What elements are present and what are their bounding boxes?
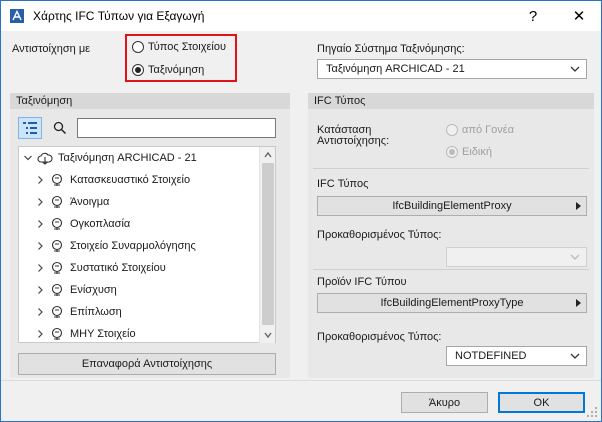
tree-item-reinforcement[interactable]: Ενίσχυση [35, 279, 117, 301]
radio-classification-label: Ταξινόμηση [148, 64, 205, 76]
tree-item-structural-element[interactable]: Κατασκευαστικό Στοιχείο [35, 169, 190, 191]
cancel-button[interactable]: Άκυρο [401, 392, 488, 413]
classification-panel-header: Ταξινόμηση [10, 93, 290, 109]
classification-item-icon [51, 217, 63, 230]
ifc-product-type-button[interactable]: IfcBuildingElementProxyType [317, 293, 587, 313]
chevron-right-icon[interactable] [35, 329, 45, 339]
classification-item-icon [51, 195, 63, 208]
classification-item-icon [51, 261, 63, 274]
help-button[interactable]: ? [513, 1, 553, 31]
ifc-type-map-dialog: Χάρτης IFC Τύπων για Εξαγωγή ? ✕ Αντιστο… [0, 0, 602, 422]
classification-item-icon [51, 327, 63, 340]
help-icon: ? [528, 7, 538, 25]
search-icon [53, 121, 67, 135]
radio-element-type-label: Τύπος Στοιχείου [148, 41, 226, 53]
predefined-type-label-2: Προκαθορισμένος Τύπος: [317, 331, 442, 343]
tree-item-label: Άνοιγμα [70, 196, 110, 208]
tree-item-label: Κατασκευαστικό Στοιχείο [70, 174, 191, 186]
tree-item-massing[interactable]: Ογκοπλασία [35, 213, 130, 235]
chevron-right-icon[interactable] [35, 307, 45, 317]
chevron-down-icon [570, 66, 580, 72]
scroll-down-icon[interactable] [264, 331, 272, 339]
source-system-label: Πηγαίο Σύστημα Ταξινόμησης: [317, 43, 465, 55]
reset-mapping-button[interactable]: Επαναφορά Αντιστοίχησης [18, 353, 276, 375]
classification-tree[interactable]: Ταξινόμηση ARCHICAD - 21 Κατασκευαστικό … [18, 146, 276, 343]
tree-item-label: ΜΗΥ Στοιχείο [70, 328, 136, 340]
tree-root-label: Ταξινόμηση ARCHICAD - 21 [58, 152, 197, 164]
tree-item-label: Ογκοπλασία [70, 218, 131, 230]
predefined-type-select-2[interactable]: NOTDEFINED [446, 346, 587, 366]
radio-classification[interactable]: Ταξινόμηση [132, 64, 204, 76]
mapping-label: Αντιστοίχηση με [12, 43, 91, 55]
ok-button[interactable]: OK [498, 392, 585, 413]
chevron-right-icon[interactable] [35, 219, 45, 229]
classification-item-icon [51, 239, 63, 252]
chevron-down-icon [570, 254, 580, 260]
tree-item-assembly-element[interactable]: Στοιχείο Συναρμολόγησης [35, 235, 196, 257]
ifc-type-value: IfcBuildingElementProxy [392, 200, 512, 212]
tree-scrollbar[interactable] [259, 147, 275, 343]
radio-from-parent-circle[interactable] [446, 124, 458, 136]
predefined-type-label-1: Προκαθορισμένος Τύπος: [317, 229, 442, 241]
tree-item-mep-element[interactable]: ΜΗΥ Στοιχείο [35, 323, 136, 342]
triangle-right-icon [576, 202, 581, 210]
classification-system-icon [37, 152, 53, 165]
chevron-right-icon[interactable] [35, 285, 45, 295]
divider [313, 168, 589, 169]
search-input[interactable] [77, 118, 276, 138]
ifc-type-button[interactable]: IfcBuildingElementProxy [317, 196, 587, 216]
ifc-product-type-label: Προϊόν IFC Τύπου [317, 276, 407, 288]
title-bar[interactable]: Χάρτης IFC Τύπων για Εξαγωγή ? ✕ [1, 1, 601, 31]
resize-grip-icon[interactable] [586, 406, 598, 418]
source-system-value: Ταξινόμηση ARCHICAD - 21 [326, 63, 465, 75]
tree-item-label: Στοιχείο Συναρμολόγησης [70, 240, 196, 252]
window-title: Χάρτης IFC Τύπων για Εξαγωγή [33, 9, 205, 23]
radio-element-type-circle[interactable] [132, 41, 144, 53]
radio-custom[interactable]: Ειδική [446, 146, 492, 158]
ifc-product-type-value: IfcBuildingElementProxyType [380, 297, 524, 309]
radio-custom-label: Ειδική [462, 146, 492, 158]
predefined-type-value-2: NOTDEFINED [455, 350, 527, 362]
tree-view-toggle-button[interactable] [18, 117, 42, 139]
close-icon: ✕ [572, 8, 586, 25]
search-button[interactable] [48, 117, 72, 139]
chevron-right-icon[interactable] [35, 241, 45, 251]
ifc-type-panel-header: IFC Τύπος [308, 93, 594, 109]
classification-item-icon [51, 283, 63, 296]
tree-root-item[interactable]: Ταξινόμηση ARCHICAD - 21 [23, 147, 197, 169]
tree-item-furnishing[interactable]: Επίπλωση [35, 301, 122, 323]
reset-mapping-label: Επαναφορά Αντιστοίχησης [81, 358, 213, 370]
tree-item-label: Ενίσχυση [70, 284, 117, 296]
triangle-right-icon [576, 299, 581, 307]
tree-list-icon [23, 122, 37, 134]
classification-item-icon [51, 173, 63, 186]
source-system-select[interactable]: Ταξινόμηση ARCHICAD - 21 [317, 59, 587, 79]
divider [313, 269, 589, 270]
scroll-up-icon[interactable] [264, 151, 272, 159]
mapping-state-label-2: Αντιστοίχησης: [317, 135, 390, 147]
chevron-right-icon[interactable] [35, 197, 45, 207]
chevron-down-icon[interactable] [23, 153, 33, 163]
radio-from-parent[interactable]: από Γονέα [446, 124, 514, 136]
tree-item-label: Επίπλωση [70, 306, 122, 318]
scroll-thumb[interactable] [262, 163, 274, 325]
tree-item-opening[interactable]: Άνοιγμα [35, 191, 109, 213]
chevron-right-icon[interactable] [35, 175, 45, 185]
ifc-type-label: IFC Τύπος [317, 178, 369, 190]
radio-element-type[interactable]: Τύπος Στοιχείου [132, 41, 226, 53]
chevron-down-icon [570, 353, 580, 359]
predefined-type-select-1[interactable] [446, 247, 587, 267]
chevron-right-icon[interactable] [35, 263, 45, 273]
radio-custom-circle[interactable] [446, 146, 458, 158]
cancel-button-label: Άκυρο [428, 396, 461, 409]
classification-item-icon [51, 305, 63, 318]
radio-from-parent-label: από Γονέα [462, 124, 515, 136]
archicad-app-icon [10, 9, 24, 23]
tree-item-component[interactable]: Συστατικό Στοιχείου [35, 257, 166, 279]
radio-classification-circle[interactable] [132, 64, 144, 76]
ok-button-label: OK [533, 396, 550, 409]
dialog-footer: Άκυρο OK [1, 380, 601, 421]
tree-item-label: Συστατικό Στοιχείου [70, 262, 166, 274]
close-button[interactable]: ✕ [559, 1, 599, 31]
